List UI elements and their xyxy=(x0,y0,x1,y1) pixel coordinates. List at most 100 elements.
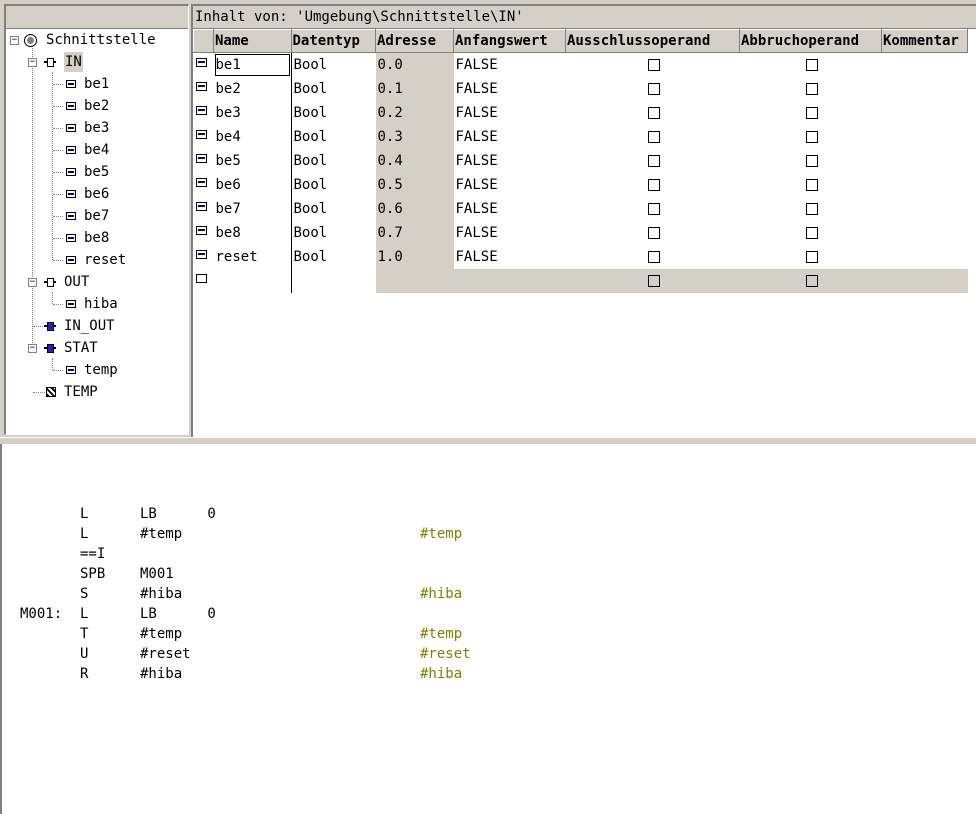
abort-checkbox-cell[interactable] xyxy=(740,197,882,221)
name-cell[interactable]: be4 xyxy=(213,125,292,149)
table-row[interactable]: be7 Bool 0.6 FALSE xyxy=(194,197,968,221)
type-cell[interactable]: Bool xyxy=(291,173,376,197)
code-line[interactable]: L LB 0 xyxy=(2,504,972,524)
exclude-checkbox-cell[interactable] xyxy=(566,197,740,221)
code-line[interactable]: U #reset #reset xyxy=(2,644,972,664)
code-line[interactable]: M001: L LB 0 xyxy=(2,604,972,624)
comment-cell[interactable] xyxy=(882,101,968,125)
type-cell[interactable]: Bool xyxy=(291,149,376,173)
type-cell[interactable]: Bool xyxy=(291,197,376,221)
abort-checkbox[interactable] xyxy=(805,251,818,263)
initial-value-cell[interactable]: FALSE xyxy=(454,173,566,197)
comment-cell[interactable] xyxy=(882,173,968,197)
exclude-checkbox[interactable] xyxy=(647,203,660,215)
abort-checkbox[interactable] xyxy=(805,83,818,95)
exclude-checkbox[interactable] xyxy=(647,131,660,143)
name-cell[interactable]: be6 xyxy=(213,173,292,197)
initial-value-cell[interactable]: FALSE xyxy=(454,221,566,245)
tree-node-in-out[interactable]: IN_OUT xyxy=(6,316,186,336)
code-editor[interactable]: L LB 0 L #temp #temp ==I SPB M001 S #hiba #hiba M00… xyxy=(0,444,976,814)
abort-checkbox[interactable] xyxy=(805,107,818,119)
initial-value-cell[interactable]: FALSE xyxy=(454,149,566,173)
abort-checkbox-cell[interactable] xyxy=(740,77,882,101)
type-cell[interactable]: Bool xyxy=(291,101,376,125)
tree-node-variable[interactable]: be8 xyxy=(6,228,186,248)
comment-cell[interactable] xyxy=(882,197,968,221)
exclude-checkbox-cell[interactable] xyxy=(566,149,740,173)
tree-node-variable[interactable]: be4 xyxy=(6,140,186,160)
abort-checkbox[interactable] xyxy=(805,275,818,287)
column-header[interactable]: Datentyp xyxy=(290,29,376,53)
comment-cell[interactable] xyxy=(882,149,968,173)
table-row[interactable]: be6 Bool 0.5 FALSE xyxy=(194,173,968,197)
initial-value-cell[interactable]: FALSE xyxy=(454,53,566,78)
table-row[interactable]: be5 Bool 0.4 FALSE xyxy=(194,149,968,173)
abort-checkbox[interactable] xyxy=(805,227,818,239)
tree-node-out[interactable]: − OUT xyxy=(6,272,186,292)
name-cell[interactable]: reset xyxy=(213,245,292,269)
abort-checkbox-cell[interactable] xyxy=(740,149,882,173)
abort-checkbox[interactable] xyxy=(805,203,818,215)
initial-value-cell[interactable]: FALSE xyxy=(454,245,566,269)
name-cell[interactable]: be2 xyxy=(213,77,292,101)
comment-cell[interactable] xyxy=(882,221,968,245)
column-header[interactable]: Abbruchoperand xyxy=(739,29,882,53)
exclude-checkbox-cell[interactable] xyxy=(566,77,740,101)
exclude-checkbox-cell[interactable] xyxy=(566,53,740,78)
initial-value-cell[interactable]: FALSE xyxy=(454,197,566,221)
type-cell[interactable]: Bool xyxy=(291,125,376,149)
tree-node-temp[interactable]: TEMP xyxy=(6,382,186,402)
name-cell[interactable] xyxy=(213,269,292,293)
code-line[interactable]: SPB M001 xyxy=(2,564,972,584)
exclude-checkbox[interactable] xyxy=(647,251,660,263)
comment-cell[interactable] xyxy=(881,269,968,293)
initial-value-cell[interactable]: FALSE xyxy=(454,125,566,149)
table-row[interactable]: be1 Bool 0.0 FALSE xyxy=(194,52,968,78)
exclude-checkbox-cell[interactable] xyxy=(566,101,740,125)
type-cell[interactable]: Bool xyxy=(291,221,376,245)
code-line[interactable]: T #temp #temp xyxy=(2,624,972,644)
column-header[interactable]: Kommentar xyxy=(881,29,968,53)
comment-cell[interactable] xyxy=(882,125,968,149)
exclude-checkbox-cell[interactable] xyxy=(566,221,740,245)
exclude-checkbox[interactable] xyxy=(647,275,660,287)
abort-checkbox[interactable] xyxy=(805,131,818,143)
abort-checkbox-cell[interactable] xyxy=(740,101,882,125)
abort-checkbox[interactable] xyxy=(805,179,818,191)
exclude-checkbox[interactable] xyxy=(647,227,660,239)
exclude-checkbox[interactable] xyxy=(647,179,660,191)
collapse-icon[interactable]: − xyxy=(28,344,37,353)
interface-tree[interactable]: − Schnittstelle − IN be1 be2 be3 be4 be5 be6 b… xyxy=(4,4,189,435)
tree-node-stat[interactable]: − STAT xyxy=(6,338,186,358)
comment-cell[interactable] xyxy=(882,77,968,101)
name-cell[interactable]: be8 xyxy=(213,221,292,245)
exclude-checkbox[interactable] xyxy=(647,155,660,167)
table-row[interactable]: be4 Bool 0.3 FALSE xyxy=(194,125,968,149)
abort-checkbox[interactable] xyxy=(805,59,818,71)
type-cell[interactable]: Bool xyxy=(291,77,376,101)
tree-node-temp-var[interactable]: temp xyxy=(6,360,186,380)
initial-value-cell[interactable] xyxy=(453,269,566,293)
abort-checkbox-cell[interactable] xyxy=(740,221,882,245)
code-line[interactable]: R #hiba #hiba xyxy=(2,664,972,684)
abort-checkbox-cell[interactable] xyxy=(740,245,882,269)
exclude-checkbox[interactable] xyxy=(647,107,660,119)
exclude-checkbox-cell[interactable] xyxy=(566,125,740,149)
abort-checkbox[interactable] xyxy=(805,155,818,167)
initial-value-cell[interactable]: FALSE xyxy=(454,77,566,101)
abort-checkbox-cell[interactable] xyxy=(740,173,882,197)
code-line[interactable]: L #temp #temp xyxy=(2,524,972,544)
tree-node-hiba[interactable]: hiba xyxy=(6,294,186,314)
column-header[interactable]: Name xyxy=(213,29,292,53)
abort-checkbox-cell[interactable] xyxy=(740,53,882,78)
code-line[interactable]: ==I xyxy=(2,544,972,564)
type-cell[interactable] xyxy=(291,269,376,293)
table-row[interactable]: be2 Bool 0.1 FALSE xyxy=(194,77,968,101)
tree-node-variable[interactable]: be6 xyxy=(6,184,186,204)
tree-node-variable[interactable]: be3 xyxy=(6,118,186,138)
exclude-checkbox[interactable] xyxy=(647,83,660,95)
column-header[interactable]: Adresse xyxy=(375,29,454,53)
tree-node-variable[interactable]: be1 xyxy=(6,74,186,94)
code-line[interactable]: S #hiba #hiba xyxy=(2,584,972,604)
table-row-new[interactable] xyxy=(194,269,968,293)
